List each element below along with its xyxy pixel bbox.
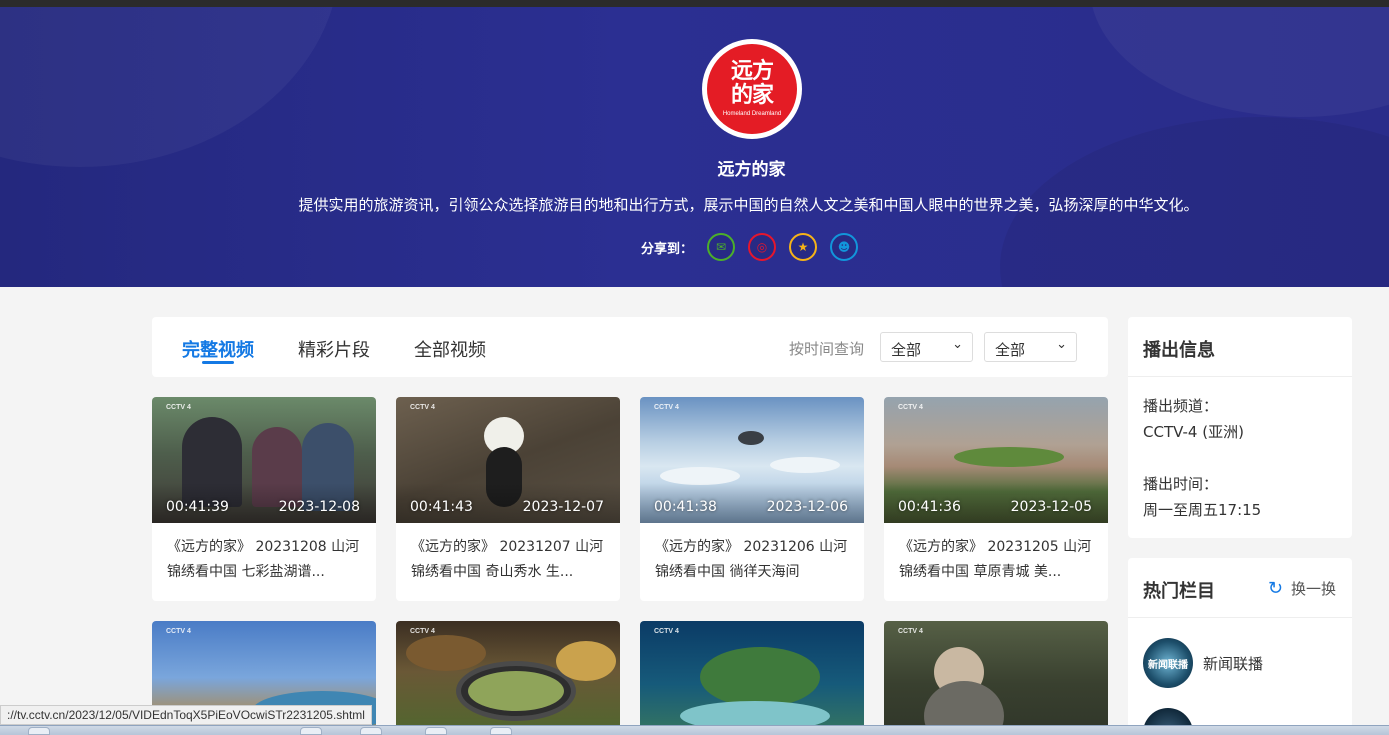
video-card[interactable]: CCTV 4 00:41:38 2023-12-06 《远方的家》 202312… bbox=[640, 397, 864, 601]
show-title: 远方的家 bbox=[717, 160, 786, 180]
video-duration: 00:41:39 bbox=[166, 499, 229, 515]
share-label: 分享到： bbox=[641, 241, 694, 257]
video-date: 2023-12-08 bbox=[278, 499, 360, 515]
video-title[interactable]: 《远方的家》 20231207 山河锦绣看中国 奇山秀水 生... bbox=[396, 523, 620, 601]
time-filter-label: 按时间查询 bbox=[789, 340, 865, 358]
qzone-share-button[interactable]: ★ bbox=[789, 233, 818, 261]
video-card[interactable]: CCTV 4 bbox=[884, 621, 1108, 735]
wechat-icon: ✉ bbox=[715, 240, 727, 254]
video-card[interactable]: CCTV 4 00:41:43 2023-12-07 《远方的家》 202312… bbox=[396, 397, 620, 601]
show-description: 提供实用的旅游资讯，引领公众选择旅游目的地和出行方式，展示中国的自然人文之美和中… bbox=[298, 196, 1199, 214]
show-logo-badge: 远方 的家 Homeland Dreamland bbox=[707, 44, 797, 134]
chevron-down-icon: ⌄ bbox=[952, 337, 963, 352]
status-bar-url: ://tv.cctv.cn/2023/12/05/VIDEdnToqX5PiEo… bbox=[0, 705, 372, 725]
column-avatar[interactable]: 新闻联播 bbox=[1143, 638, 1193, 688]
taskbar bbox=[0, 725, 1389, 735]
broadcast-channel-label: 播出频道： bbox=[1143, 397, 1219, 415]
taskbar-button[interactable] bbox=[425, 727, 447, 735]
month-select-value: 全部 bbox=[995, 341, 1026, 359]
show-logo: 远方 的家 Homeland Dreamland bbox=[702, 39, 802, 139]
hot-column-item[interactable]: 新闻联播 新闻联播 bbox=[1143, 638, 1263, 688]
hot-columns-panel: 热门栏目 ↻ 换一换 新闻联播 新闻联播 bbox=[1128, 558, 1352, 735]
share-bar: 分享到： ✉ ◎ ★ ☻ bbox=[641, 233, 871, 261]
qzone-icon: ★ bbox=[797, 240, 809, 254]
taskbar-button[interactable] bbox=[28, 727, 50, 735]
hot-columns-heading: 热门栏目 bbox=[1143, 581, 1215, 602]
taskbar-button[interactable] bbox=[490, 727, 512, 735]
weibo-icon: ◎ bbox=[756, 240, 768, 254]
video-card[interactable]: CCTV 4 00:41:36 2023-12-05 《远方的家》 202312… bbox=[884, 397, 1108, 601]
video-card[interactable]: CCTV 4 bbox=[640, 621, 864, 735]
video-duration: 00:41:36 bbox=[898, 499, 961, 515]
video-thumbnail[interactable]: CCTV 4 bbox=[396, 621, 620, 735]
chevron-down-icon: ⌄ bbox=[1056, 337, 1067, 352]
video-thumbnail[interactable]: CCTV 4 00:41:39 2023-12-08 bbox=[152, 397, 376, 523]
cctv4-watermark: CCTV 4 bbox=[410, 404, 435, 411]
tab-highlights[interactable]: 精彩片段 bbox=[298, 336, 370, 362]
cctv4-watermark: CCTV 4 bbox=[410, 628, 435, 635]
broadcast-time-value: 周一至周五17:15 bbox=[1143, 501, 1262, 519]
year-select[interactable]: 全部 ⌄ bbox=[880, 332, 973, 362]
qq-share-button[interactable]: ☻ bbox=[830, 233, 859, 261]
active-tab-indicator bbox=[202, 361, 234, 364]
broadcast-info-title: 播出信息 bbox=[1128, 317, 1352, 377]
video-thumbnail[interactable]: CCTV 4 bbox=[640, 621, 864, 735]
refresh-label: 换一换 bbox=[1290, 580, 1336, 598]
video-thumbnail[interactable]: CCTV 4 00:41:38 2023-12-06 bbox=[640, 397, 864, 523]
tab-all-videos[interactable]: 全部视频 bbox=[414, 336, 486, 362]
column-avatar-text: 新闻联播 bbox=[1148, 659, 1188, 671]
broadcast-info-body: 播出频道： CCTV-4 (亚洲) 播出时间： 周一至周五17:15 bbox=[1128, 377, 1352, 539]
month-select[interactable]: 全部 ⌄ bbox=[984, 332, 1077, 362]
video-thumbnail[interactable]: CCTV 4 00:41:43 2023-12-07 bbox=[396, 397, 620, 523]
taskbar-button[interactable] bbox=[300, 727, 322, 735]
cctv4-watermark: CCTV 4 bbox=[898, 628, 923, 635]
video-title[interactable]: 《远方的家》 20231208 山河锦绣看中国 七彩盐湖谱... bbox=[152, 523, 376, 601]
wechat-share-button[interactable]: ✉ bbox=[707, 233, 736, 261]
column-name[interactable]: 新闻联播 bbox=[1203, 653, 1263, 674]
video-card[interactable]: CCTV 4 bbox=[396, 621, 620, 735]
cctv4-watermark: CCTV 4 bbox=[166, 628, 191, 635]
video-date: 2023-12-05 bbox=[1010, 499, 1092, 515]
logo-text-line2: 的家 bbox=[730, 83, 774, 108]
video-thumbnail[interactable]: CCTV 4 bbox=[884, 621, 1108, 735]
banner-decoration bbox=[1090, 7, 1389, 117]
broadcast-time-label: 播出时间： bbox=[1143, 475, 1219, 493]
video-duration: 00:41:38 bbox=[654, 499, 717, 515]
banner-decoration bbox=[0, 7, 340, 167]
weibo-share-button[interactable]: ◎ bbox=[748, 233, 777, 261]
qq-icon: ☻ bbox=[837, 240, 851, 254]
cctv4-watermark: CCTV 4 bbox=[166, 404, 191, 411]
cctv4-watermark: CCTV 4 bbox=[654, 628, 679, 635]
taskbar-button[interactable] bbox=[360, 727, 382, 735]
cctv4-watermark: CCTV 4 bbox=[654, 404, 679, 411]
logo-text-line1: 远方 bbox=[730, 59, 774, 84]
year-select-value: 全部 bbox=[891, 341, 922, 359]
broadcast-info-panel: 播出信息 播出频道： CCTV-4 (亚洲) 播出时间： 周一至周五17:15 bbox=[1128, 317, 1352, 538]
video-duration: 00:41:43 bbox=[410, 499, 473, 515]
cctv4-watermark: CCTV 4 bbox=[898, 404, 923, 411]
logo-subtitle: Homeland Dreamland bbox=[722, 111, 782, 117]
video-card[interactable]: CCTV 4 00:41:39 2023-12-08 《远方的家》 202312… bbox=[152, 397, 376, 601]
browser-top-strip bbox=[0, 0, 1389, 7]
video-date: 2023-12-07 bbox=[522, 499, 604, 515]
header-banner: 远方 的家 Homeland Dreamland 远方的家 提供实用的旅游资讯，… bbox=[0, 7, 1389, 287]
video-tabs-panel: 完整视频 精彩片段 全部视频 按时间查询 全部 ⌄ 全部 ⌄ bbox=[152, 317, 1108, 377]
refresh-button[interactable]: ↻ 换一换 bbox=[1268, 578, 1336, 599]
video-thumbnail[interactable]: CCTV 4 00:41:36 2023-12-05 bbox=[884, 397, 1108, 523]
refresh-icon: ↻ bbox=[1267, 578, 1283, 599]
video-title[interactable]: 《远方的家》 20231205 山河锦绣看中国 草原青城 美... bbox=[884, 523, 1108, 601]
broadcast-channel-value: CCTV-4 (亚洲) bbox=[1143, 423, 1244, 441]
video-date: 2023-12-06 bbox=[766, 499, 848, 515]
tab-full-videos[interactable]: 完整视频 bbox=[182, 336, 254, 362]
video-title[interactable]: 《远方的家》 20231206 山河锦绣看中国 徜徉天海间 bbox=[640, 523, 864, 601]
